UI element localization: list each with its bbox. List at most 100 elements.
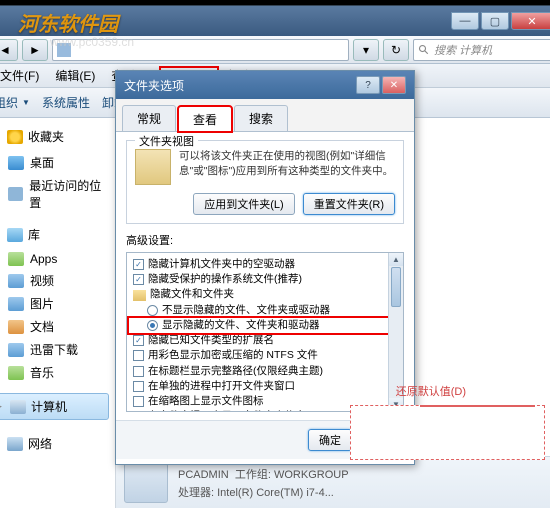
menu-edit[interactable]: 编辑(E) xyxy=(47,66,103,86)
setting-label: 隐藏已知文件类型的扩展名 xyxy=(148,333,274,348)
sidebar-label: Apps xyxy=(30,252,57,266)
setting-row[interactable]: 显示隐藏的文件、文件夹和驱动器 xyxy=(129,318,401,333)
sidebar-item-apps[interactable]: Apps xyxy=(0,249,111,269)
chevron-down-icon: ▶ xyxy=(0,131,2,142)
documents-icon xyxy=(8,320,24,334)
tool-organize[interactable]: 组织▼ xyxy=(0,94,30,111)
setting-label: 隐藏受保护的操作系统文件(推荐) xyxy=(148,272,302,287)
sidebar: ▶ 收藏夹 桌面 最近访问的位置 ▶ 库 Apps 视频 图片 文档 迅雷下载 … xyxy=(0,118,116,508)
setting-row[interactable]: 在单独的进程中打开文件夹窗口 xyxy=(129,379,401,394)
setting-row[interactable]: 隐藏计算机文件夹中的空驱动器 xyxy=(129,257,401,272)
menu-file[interactable]: 文件(F) xyxy=(0,66,47,86)
checkbox[interactable] xyxy=(133,335,144,346)
minimize-button[interactable]: — xyxy=(451,12,479,30)
tool-properties[interactable]: 系统属性 xyxy=(42,94,90,111)
back-button[interactable]: ◄ xyxy=(0,39,18,61)
workgroup-value: WORKGROUP xyxy=(274,469,349,481)
setting-row[interactable]: 隐藏已知文件类型的扩展名 xyxy=(129,333,401,348)
sidebar-label: 收藏夹 xyxy=(28,128,64,145)
setting-label: 在文件夹提示中显示文件大小信息 xyxy=(148,409,306,412)
workgroup-label: 工作组: xyxy=(235,469,271,481)
checkbox[interactable] xyxy=(133,411,144,412)
folder-views-desc: 可以将该文件夹正在使用的视图(例如"详细信息"或"图标")应用到所有这种类型的文… xyxy=(179,149,395,178)
close-button[interactable]: ✕ xyxy=(511,12,550,30)
computer-large-icon xyxy=(124,463,168,503)
setting-row[interactable]: 不显示隐藏的文件、文件夹或驱动器 xyxy=(129,303,401,318)
dialog-close-button[interactable]: ✕ xyxy=(382,76,406,94)
sidebar-desktop[interactable]: 桌面 xyxy=(0,151,111,174)
sidebar-network[interactable]: ▶ 网络 xyxy=(0,431,111,456)
annotation-box xyxy=(350,405,545,460)
ok-button[interactable]: 确定 xyxy=(308,429,352,451)
sidebar-label: 计算机 xyxy=(31,398,67,415)
sidebar-favorites[interactable]: ▶ 收藏夹 xyxy=(0,124,111,149)
forward-button[interactable]: ► xyxy=(22,39,48,61)
sidebar-label: 音乐 xyxy=(30,364,54,381)
advanced-label: 高级设置: xyxy=(126,232,404,248)
watermark-url: www.pc0359.cn xyxy=(50,35,134,49)
setting-label: 在单独的进程中打开文件夹窗口 xyxy=(148,379,295,394)
recent-icon xyxy=(8,187,23,201)
setting-row[interactable]: 在标题栏显示完整路径(仅限经典主题) xyxy=(129,364,401,379)
scroll-up-icon[interactable]: ▲ xyxy=(389,253,403,266)
videos-icon xyxy=(8,274,24,288)
setting-label: 隐藏文件和文件夹 xyxy=(150,287,234,302)
chevron-right-icon: ▶ xyxy=(0,438,2,449)
address-dropdown[interactable]: ▾ xyxy=(353,39,379,61)
sidebar-item-videos[interactable]: 视频 xyxy=(0,269,111,292)
sidebar-label: 最近访问的位置 xyxy=(29,177,109,211)
network-icon xyxy=(7,437,23,451)
sidebar-item-documents[interactable]: 文档 xyxy=(0,315,111,338)
scroll-thumb[interactable] xyxy=(391,267,401,307)
cpu-label: 处理器: xyxy=(178,487,214,499)
dialog-title: 文件夹选项 xyxy=(124,77,184,94)
reset-folders-button[interactable]: 重置文件夹(R) xyxy=(303,193,395,215)
setting-label: 在标题栏显示完整路径(仅限经典主题) xyxy=(148,364,323,379)
chevron-down-icon: ▶ xyxy=(0,229,2,240)
search-icon xyxy=(418,44,430,56)
setting-label: 在缩略图上显示文件图标 xyxy=(148,394,264,409)
checkbox[interactable] xyxy=(133,396,144,407)
sidebar-label: 桌面 xyxy=(30,154,54,171)
checkbox[interactable] xyxy=(133,274,144,285)
folder-icon xyxy=(8,252,24,266)
search-placeholder: 搜索 计算机 xyxy=(434,42,492,58)
checkbox[interactable] xyxy=(133,259,144,270)
sidebar-label: 迅雷下载 xyxy=(30,341,78,358)
checkbox[interactable] xyxy=(133,381,144,392)
checkbox[interactable] xyxy=(133,350,144,361)
setting-row[interactable]: 用彩色显示加密或压缩的 NTFS 文件 xyxy=(129,348,401,363)
tab-view[interactable]: 查看 xyxy=(178,106,232,132)
sidebar-computer[interactable]: ▶ 计算机 xyxy=(0,393,109,420)
folder-views-group: 文件夹视图 可以将该文件夹正在使用的视图(例如"详细信息"或"图标")应用到所有… xyxy=(126,140,404,224)
sidebar-libraries[interactable]: ▶ 库 xyxy=(0,222,111,247)
setting-label: 用彩色显示加密或压缩的 NTFS 文件 xyxy=(148,348,318,363)
library-icon xyxy=(7,228,23,242)
folder-icon xyxy=(133,290,146,301)
tab-general[interactable]: 常规 xyxy=(122,105,176,131)
refresh-button[interactable]: ↻ xyxy=(383,39,409,61)
music-icon xyxy=(8,366,24,380)
sidebar-recent[interactable]: 最近访问的位置 xyxy=(0,174,111,214)
sidebar-label: 库 xyxy=(28,226,40,243)
chevron-down-icon: ▼ xyxy=(22,98,30,107)
setting-row[interactable]: 隐藏受保护的操作系统文件(推荐) xyxy=(129,272,401,287)
radio[interactable] xyxy=(147,320,158,331)
checkbox[interactable] xyxy=(133,366,144,377)
dialog-help-button[interactable]: ? xyxy=(356,76,380,94)
sidebar-item-download[interactable]: 迅雷下载 xyxy=(0,338,111,361)
sidebar-item-pictures[interactable]: 图片 xyxy=(0,292,111,315)
advanced-settings-list[interactable]: 隐藏计算机文件夹中的空驱动器隐藏受保护的操作系统文件(推荐)隐藏文件和文件夹不显… xyxy=(126,252,404,412)
tab-search[interactable]: 搜索 xyxy=(234,105,288,131)
sidebar-item-music[interactable]: 音乐 xyxy=(0,361,111,384)
radio[interactable] xyxy=(147,305,158,316)
maximize-button[interactable]: ▢ xyxy=(481,12,509,30)
pictures-icon xyxy=(8,297,24,311)
cpu-value: Intel(R) Core(TM) i7-4... xyxy=(217,487,334,499)
setting-row[interactable]: 隐藏文件和文件夹 xyxy=(129,287,401,302)
computer-icon xyxy=(10,400,26,414)
tabs-row: 常规 查看 搜索 xyxy=(116,99,414,132)
sidebar-label: 图片 xyxy=(30,295,54,312)
search-input[interactable]: 搜索 计算机 xyxy=(413,39,550,61)
apply-to-folders-button[interactable]: 应用到文件夹(L) xyxy=(193,193,294,215)
